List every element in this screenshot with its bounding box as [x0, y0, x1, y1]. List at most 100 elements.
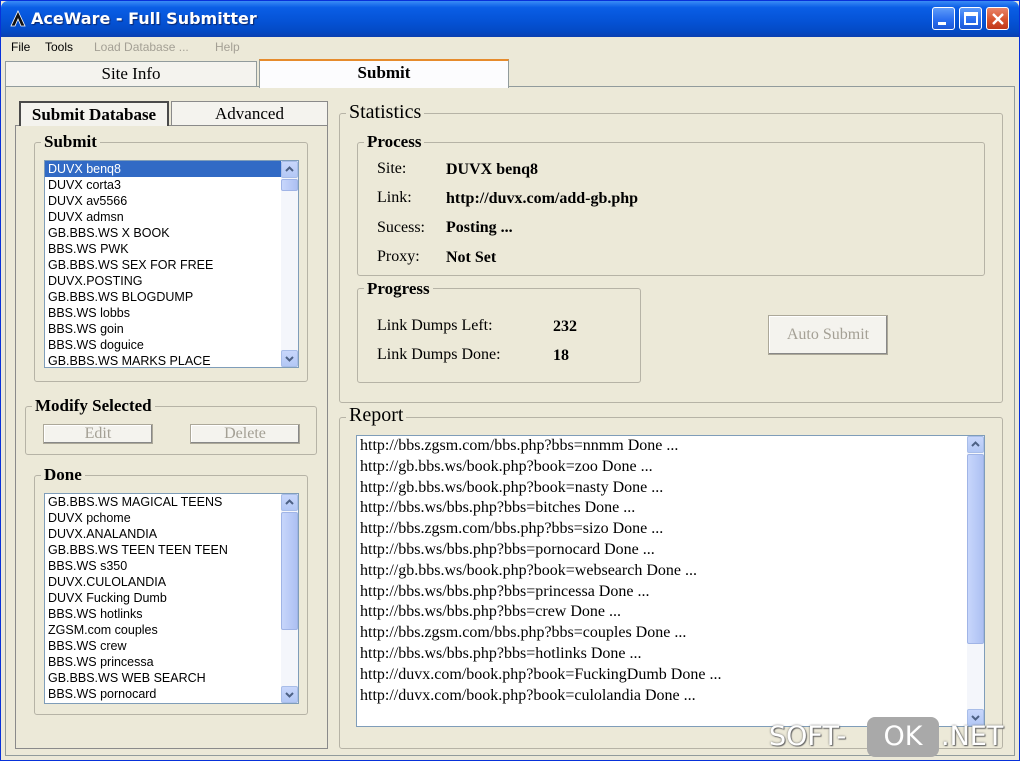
menu-file[interactable]: File	[11, 40, 30, 54]
success-label: Sucess:	[377, 219, 425, 236]
report-title: Report	[346, 404, 407, 427]
chevron-up-icon	[285, 166, 294, 172]
window-title: AceWare - Full Submitter	[31, 9, 257, 28]
menu-tools[interactable]: Tools	[45, 40, 73, 54]
scroll-thumb[interactable]	[281, 179, 298, 191]
report-line[interactable]: http://bbs.ws/bbs.php?bbs=hotlinks Done …	[357, 644, 984, 665]
done-list-item[interactable]: GB.BBS.WS MAGICAL TEENS	[45, 494, 298, 510]
submit-list-item[interactable]: BBS.WS goin	[45, 321, 298, 337]
maximize-button[interactable]	[959, 7, 982, 30]
done-list-item[interactable]: BBS.WS hotlinks	[45, 606, 298, 622]
maximize-icon	[964, 12, 978, 25]
watermark-ok: OK	[867, 717, 939, 757]
minimize-button[interactable]	[932, 7, 955, 30]
scroll-down-button[interactable]	[281, 686, 298, 703]
submit-list-item[interactable]: DUVX.POSTING	[45, 273, 298, 289]
chevron-up-icon	[971, 441, 980, 447]
proxy-value: Not Set	[446, 249, 497, 266]
tab-submit[interactable]: Submit	[259, 59, 509, 88]
link-label: Link:	[377, 189, 412, 206]
done-list-item[interactable]: GB.BBS.WS TEEN TEEN TEEN	[45, 542, 298, 558]
report-line[interactable]: http://bbs.ws/bbs.php?bbs=crew Done ...	[357, 602, 984, 623]
report-line[interactable]: http://bbs.zgsm.com/bbs.php?bbs=nnmm Don…	[357, 436, 984, 457]
scroll-down-button[interactable]	[281, 350, 298, 367]
tab-submit-database[interactable]: Submit Database	[19, 101, 169, 126]
modify-selected-title: Modify Selected	[32, 396, 155, 416]
submit-list-item[interactable]: BBS.WS PWK	[45, 241, 298, 257]
submit-list-item[interactable]: DUVX admsn	[45, 209, 298, 225]
submit-list[interactable]: DUVX benq8 DUVX corta3 DUVX av5566 DUVX adm…	[44, 160, 299, 368]
report-line[interactable]: http://duvx.com/book.php?book=culolandia…	[357, 686, 984, 707]
report-line[interactable]: http://duvx.com/book.php?book=FuckingDum…	[357, 665, 984, 686]
done-list-item[interactable]: BBS.WS s350	[45, 558, 298, 574]
done-list-item[interactable]: BBS.WS crew	[45, 638, 298, 654]
report-line[interactable]: http://bbs.zgsm.com/bbs.php?bbs=sizo Don…	[357, 519, 984, 540]
submit-list-item[interactable]: GB.BBS.WS MARKS PLACE	[45, 353, 298, 367]
menu-load-database[interactable]: Load Database ...	[94, 40, 189, 54]
report-line[interactable]: http://bbs.ws/bbs.php?bbs=princessa Done…	[357, 582, 984, 603]
done-list-item[interactable]: DUVX.CULOLANDIA	[45, 574, 298, 590]
report-line[interactable]: http://bbs.ws/bbs.php?bbs=bitches Done .…	[357, 498, 984, 519]
submit-list-item[interactable]: BBS.WS doguice	[45, 337, 298, 353]
done-list-item[interactable]: DUVX pchome	[45, 510, 298, 526]
scroll-up-button[interactable]	[967, 436, 984, 453]
submit-group-title: Submit	[41, 132, 100, 152]
done-list-item[interactable]: BBS.WS princessa	[45, 654, 298, 670]
progress-title: Progress	[364, 279, 433, 299]
submit-list-scrollbar[interactable]	[281, 161, 298, 367]
submit-list-item[interactable]: GB.BBS.WS BLOGDUMP	[45, 289, 298, 305]
dumps-left-value: 232	[553, 318, 577, 335]
menu-help[interactable]: Help	[215, 40, 240, 54]
site-value: DUVX benq8	[446, 161, 539, 178]
report-scrollbar[interactable]	[967, 436, 984, 726]
submit-list-item[interactable]: GB.BBS.WS SEX FOR FREE	[45, 257, 298, 273]
chevron-down-icon	[285, 356, 294, 362]
done-list[interactable]: GB.BBS.WS MAGICAL TEENS DUVX pchome DUVX.A…	[44, 493, 299, 704]
done-list-item[interactable]: ZGSM.com couples	[45, 622, 298, 638]
process-title: Process	[364, 132, 425, 152]
done-group-title: Done	[41, 465, 85, 485]
progress-group	[357, 288, 641, 383]
done-list-item[interactable]: DUVX Fucking Dumb	[45, 590, 298, 606]
submit-list-item[interactable]: DUVX benq8	[45, 161, 298, 177]
edit-button[interactable]: Edit	[43, 424, 153, 444]
success-value: Posting ...	[446, 219, 513, 236]
report-line[interactable]: http://bbs.ws/bbs.php?bbs=pornocard Done…	[357, 540, 984, 561]
close-icon	[992, 13, 1004, 25]
dumps-left-label: Link Dumps Left:	[377, 317, 493, 334]
submit-list-item[interactable]: GB.BBS.WS X BOOK	[45, 225, 298, 241]
menu-bar: File Tools Load Database ... Help	[1, 37, 1019, 59]
watermark-soft: SOFT-	[769, 721, 847, 752]
submit-list-rows: DUVX benq8 DUVX corta3 DUVX av5566 DUVX adm…	[45, 161, 298, 367]
scroll-thumb[interactable]	[967, 454, 984, 644]
dumps-done-label: Link Dumps Done:	[377, 346, 501, 363]
app-logo-icon	[10, 10, 26, 27]
proxy-label: Proxy:	[377, 248, 420, 265]
report-line[interactable]: http://gb.bbs.ws/book.php?book=zoo Done …	[357, 457, 984, 478]
watermark-net: .NET	[941, 721, 1004, 752]
done-list-item[interactable]: DUVX.ANALANDIA	[45, 526, 298, 542]
dumps-done-value: 18	[553, 347, 569, 364]
report-line[interactable]: http://bbs.zgsm.com/bbs.php?bbs=couples …	[357, 623, 984, 644]
close-button[interactable]	[986, 7, 1009, 30]
scroll-up-button[interactable]	[281, 161, 298, 178]
delete-button[interactable]: Delete	[190, 424, 300, 444]
site-label: Site:	[377, 160, 407, 177]
statistics-title: Statistics	[346, 101, 425, 124]
minimize-icon	[938, 22, 946, 25]
report-log[interactable]: http://bbs.zgsm.com/bbs.php?bbs=nnmm Don…	[356, 435, 985, 727]
done-list-item[interactable]: BBS.WS pornocard	[45, 686, 298, 702]
report-line[interactable]: http://gb.bbs.ws/book.php?book=websearch…	[357, 561, 984, 582]
tab-advanced[interactable]: Advanced	[171, 101, 328, 126]
scroll-up-button[interactable]	[281, 494, 298, 511]
submit-list-item[interactable]: BBS.WS lobbs	[45, 305, 298, 321]
done-list-scrollbar[interactable]	[281, 494, 298, 703]
submit-list-item[interactable]: DUVX av5566	[45, 193, 298, 209]
scroll-thumb[interactable]	[281, 512, 298, 630]
auto-submit-button[interactable]: Auto Submit	[768, 315, 888, 355]
done-list-item[interactable]: GB.BBS.WS WEB SEARCH	[45, 670, 298, 686]
title-bar[interactable]: AceWare - Full Submitter	[1, 1, 1019, 37]
report-line[interactable]: http://gb.bbs.ws/book.php?book=nasty Don…	[357, 478, 984, 499]
tab-site-info[interactable]: Site Info	[5, 61, 257, 87]
submit-list-item[interactable]: DUVX corta3	[45, 177, 298, 193]
